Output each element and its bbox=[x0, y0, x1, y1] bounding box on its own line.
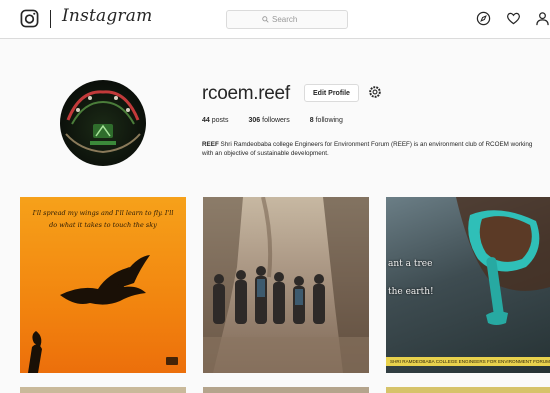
profile-bio: REEF Shri Ramdeobaba college Engineers f… bbox=[202, 140, 542, 158]
heart-icon[interactable] bbox=[506, 11, 521, 26]
search-icon bbox=[262, 16, 269, 23]
profile-avatar[interactable] bbox=[60, 80, 146, 166]
compass-icon[interactable] bbox=[476, 11, 491, 26]
post-tile-4[interactable] bbox=[20, 387, 186, 393]
posts-stat: 44 posts bbox=[202, 117, 229, 124]
instagram-wordmark[interactable]: Instagram bbox=[62, 6, 152, 26]
post-tile-2[interactable] bbox=[203, 197, 369, 373]
top-nav-bar: Instagram bbox=[0, 0, 550, 39]
profile-stats: 44 posts 306 followers 8 following bbox=[202, 117, 343, 124]
reef-logo-image bbox=[65, 90, 141, 154]
group-in-forest-image bbox=[203, 197, 369, 373]
post-tile-3[interactable]: ant a tree the earth! SHRI RAMDEOBABA CO… bbox=[386, 197, 550, 373]
bio-text: Shri Ramdeobaba college Engineers for En… bbox=[202, 141, 533, 157]
profile-username: rcoem.reef bbox=[202, 83, 290, 104]
brand-divider bbox=[50, 10, 51, 28]
post-overlay-line-2: the earth! bbox=[388, 287, 434, 297]
search-box[interactable] bbox=[226, 10, 348, 29]
instagram-camera-icon[interactable] bbox=[20, 9, 39, 28]
profile-icon[interactable] bbox=[535, 11, 550, 26]
bio-name: REEF bbox=[202, 141, 219, 148]
settings-gear-icon[interactable] bbox=[368, 85, 382, 99]
post-tile-1[interactable]: I'll spread my wings and I'll learn to f… bbox=[20, 197, 186, 373]
post-tile-5[interactable] bbox=[203, 387, 369, 393]
post-banner-strip: SHRI RAMDEOBABA COLLEGE ENGINEERS FOR EN… bbox=[386, 357, 550, 366]
followers-stat[interactable]: 306 followers bbox=[248, 117, 289, 124]
eagle-silhouette-image bbox=[28, 255, 178, 373]
post-tile-6[interactable] bbox=[386, 387, 550, 393]
post-overlay-line-1: ant a tree bbox=[388, 259, 433, 269]
search-input[interactable] bbox=[272, 15, 312, 24]
edit-profile-button[interactable]: Edit Profile bbox=[304, 84, 359, 102]
following-stat[interactable]: 8 following bbox=[310, 117, 343, 124]
trowel-soil-image bbox=[456, 197, 550, 325]
